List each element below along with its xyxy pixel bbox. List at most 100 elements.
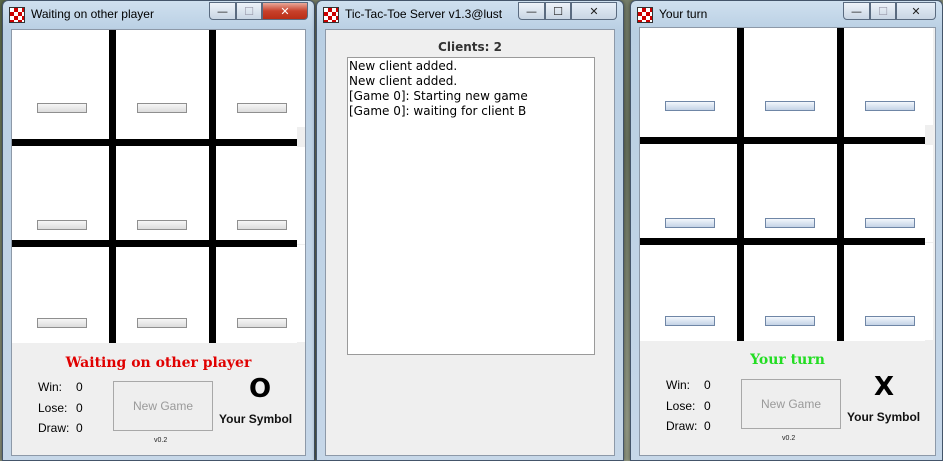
cell-button[interactable] bbox=[765, 218, 815, 228]
board-cell-7[interactable] bbox=[12, 245, 105, 342]
lose-stat: Lose: 0 bbox=[38, 401, 83, 415]
log-line: [Game 0]: waiting for client B bbox=[349, 104, 527, 118]
server-log[interactable]: New client added. New client added. [Gam… bbox=[347, 57, 595, 355]
cell-button[interactable] bbox=[237, 220, 287, 230]
win-stat: Win: 0 bbox=[38, 380, 83, 394]
board-cell-9[interactable] bbox=[212, 245, 305, 342]
win-label: Win: bbox=[38, 380, 62, 394]
cell-button[interactable] bbox=[765, 101, 815, 111]
lose-label: Lose: bbox=[38, 401, 68, 415]
cell-button[interactable] bbox=[865, 316, 915, 326]
cell-button[interactable] bbox=[665, 218, 715, 228]
cell-button[interactable] bbox=[137, 220, 187, 230]
close-button[interactable]: ✕ bbox=[262, 2, 308, 20]
draw-stat: Draw: 0 bbox=[38, 421, 83, 435]
board-cell-2[interactable] bbox=[740, 28, 833, 125]
game-board bbox=[640, 28, 933, 341]
cell-button[interactable] bbox=[137, 318, 187, 328]
log-line: New client added. bbox=[349, 74, 458, 88]
win-count: 0 bbox=[704, 378, 711, 392]
board-cell-1[interactable] bbox=[12, 30, 105, 127]
your-symbol-label: Your Symbol bbox=[219, 412, 293, 426]
draw-label: Draw: bbox=[666, 419, 698, 433]
board-cell-5[interactable] bbox=[740, 145, 833, 242]
cell-button[interactable] bbox=[237, 103, 287, 113]
your-symbol-label: Your Symbol bbox=[847, 410, 921, 424]
title-bar[interactable]: Your turn — ☐ ✕ bbox=[631, 1, 942, 27]
board-cell-4[interactable] bbox=[12, 147, 105, 244]
lose-label: Lose: bbox=[666, 399, 696, 413]
server-window: Tic-Tac-Toe Server v1.3@lust — ☐ ✕ Clien… bbox=[316, 0, 624, 461]
win-stat: Win: 0 bbox=[666, 378, 711, 392]
status-message: Your turn bbox=[750, 352, 825, 368]
close-button[interactable]: ✕ bbox=[896, 2, 936, 20]
lose-stat: Lose: 0 bbox=[666, 399, 711, 413]
new-game-button[interactable]: New Game bbox=[113, 381, 213, 431]
window-title: Your turn bbox=[659, 7, 708, 21]
cell-button[interactable] bbox=[137, 103, 187, 113]
win-count: 0 bbox=[76, 380, 83, 394]
maximize-button[interactable]: ☐ bbox=[870, 2, 896, 20]
cell-button[interactable] bbox=[237, 318, 287, 328]
minimize-button[interactable]: — bbox=[518, 2, 545, 20]
client-window-right: Your turn — ☐ ✕ Your turn Win: 0 Lose: 0 D… bbox=[630, 0, 943, 461]
title-bar[interactable]: Waiting on other player — ☐ ✕ bbox=[3, 1, 314, 27]
board-cell-5[interactable] bbox=[112, 147, 205, 244]
cell-button[interactable] bbox=[37, 220, 87, 230]
grid-line bbox=[12, 240, 297, 247]
cell-button[interactable] bbox=[865, 101, 915, 111]
app-icon bbox=[323, 7, 339, 23]
maximize-button[interactable]: ☐ bbox=[545, 2, 571, 20]
board-cell-1[interactable] bbox=[640, 28, 733, 125]
client-area: Clients: 2 New client added. New client … bbox=[325, 29, 615, 456]
log-line: New client added. bbox=[349, 59, 458, 73]
cell-button[interactable] bbox=[865, 218, 915, 228]
board-cell-3[interactable] bbox=[212, 30, 305, 127]
draw-label: Draw: bbox=[38, 421, 70, 435]
grid-line bbox=[737, 28, 744, 341]
game-board bbox=[12, 30, 305, 343]
board-cell-8[interactable] bbox=[740, 243, 833, 340]
grid-line bbox=[109, 30, 116, 343]
version-label: v0.2 bbox=[154, 437, 168, 444]
board-cell-9[interactable] bbox=[840, 243, 933, 340]
board-cell-6[interactable] bbox=[212, 147, 305, 244]
client-area: Your turn Win: 0 Lose: 0 Draw: 0 New Game X… bbox=[639, 27, 936, 456]
log-line: [Game 0]: Starting new game bbox=[349, 89, 528, 103]
close-button[interactable]: ✕ bbox=[571, 2, 617, 20]
cell-button[interactable] bbox=[37, 103, 87, 113]
lose-count: 0 bbox=[76, 401, 83, 415]
clients-count: Clients: 2 bbox=[438, 40, 502, 54]
cell-button[interactable] bbox=[665, 316, 715, 326]
cell-button[interactable] bbox=[37, 318, 87, 328]
board-cell-8[interactable] bbox=[112, 245, 205, 342]
win-label: Win: bbox=[666, 378, 690, 392]
new-game-button[interactable]: New Game bbox=[741, 379, 841, 429]
maximize-button[interactable]: ☐ bbox=[236, 2, 262, 20]
cell-button[interactable] bbox=[765, 316, 815, 326]
grid-line bbox=[12, 139, 297, 146]
minimize-button[interactable]: — bbox=[209, 2, 236, 20]
grid-line bbox=[837, 28, 844, 341]
status-message: Waiting on other player bbox=[65, 355, 252, 371]
version-label: v0.2 bbox=[782, 435, 796, 442]
grid-line bbox=[209, 30, 216, 343]
draw-count: 0 bbox=[76, 421, 83, 435]
board-cell-7[interactable] bbox=[640, 243, 733, 340]
window-title: Waiting on other player bbox=[31, 7, 154, 21]
client-area: Waiting on other player Win: 0 Lose: 0 Dra… bbox=[11, 29, 306, 456]
cell-button[interactable] bbox=[665, 101, 715, 111]
grid-line bbox=[640, 137, 925, 144]
board-cell-2[interactable] bbox=[112, 30, 205, 127]
board-cell-3[interactable] bbox=[840, 28, 933, 125]
grid-line bbox=[640, 238, 925, 245]
title-bar[interactable]: Tic-Tac-Toe Server v1.3@lust — ☐ ✕ bbox=[317, 1, 623, 27]
app-icon bbox=[637, 7, 653, 23]
app-icon bbox=[9, 7, 25, 23]
window-title: Tic-Tac-Toe Server v1.3@lust bbox=[345, 7, 503, 21]
client-window-left: Waiting on other player — ☐ ✕ Waiting on… bbox=[2, 0, 315, 461]
draw-count: 0 bbox=[704, 419, 711, 433]
minimize-button[interactable]: — bbox=[843, 2, 870, 20]
board-cell-4[interactable] bbox=[640, 145, 733, 242]
board-cell-6[interactable] bbox=[840, 145, 933, 242]
